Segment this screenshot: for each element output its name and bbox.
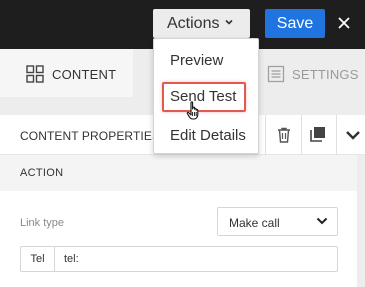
menu-item-preview[interactable]: Preview xyxy=(154,45,258,75)
save-button[interactable]: Save xyxy=(265,9,325,38)
action-panel xyxy=(0,191,357,287)
chevron-down-icon xyxy=(225,19,233,25)
document-icon xyxy=(267,65,285,83)
tab-settings-label: SETTINGS xyxy=(292,67,359,82)
tel-input[interactable] xyxy=(55,247,337,271)
action-section-header[interactable]: ACTION xyxy=(0,155,357,191)
tab-content-label: CONTENT xyxy=(52,67,117,82)
divider xyxy=(265,115,266,155)
menu-item-send-test[interactable]: Send Test xyxy=(162,82,246,112)
link-type-select[interactable]: Make call xyxy=(217,207,338,236)
content-properties-title: CONTENT PROPERTIES xyxy=(20,129,161,143)
grid-icon xyxy=(26,65,44,83)
tel-input-group: Tel xyxy=(20,246,338,272)
duplicate-icon[interactable] xyxy=(310,126,326,142)
actions-button-label: Actions xyxy=(167,14,220,32)
divider xyxy=(336,115,337,155)
menu-item-send-test-label: Send Test xyxy=(170,88,237,105)
chevron-down-icon xyxy=(316,217,328,225)
link-type-label: Link type xyxy=(20,217,65,229)
tab-content[interactable]: CONTENT xyxy=(0,49,133,97)
close-icon[interactable] xyxy=(336,15,352,31)
trash-icon[interactable] xyxy=(276,126,292,144)
menu-item-edit-details[interactable]: Edit Details xyxy=(154,120,258,150)
link-type-value: Make call xyxy=(229,216,280,230)
hand-cursor-icon xyxy=(186,101,199,120)
tel-prefix-label: Tel xyxy=(21,247,55,271)
actions-dropdown-button[interactable]: Actions xyxy=(153,9,250,38)
chevron-down-icon[interactable] xyxy=(345,129,361,141)
divider xyxy=(301,115,302,155)
action-section-title: ACTION xyxy=(20,167,64,179)
